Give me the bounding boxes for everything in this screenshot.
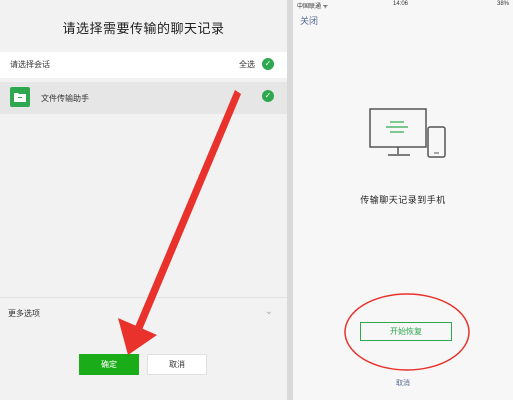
annotation-arrow (118, 90, 241, 355)
